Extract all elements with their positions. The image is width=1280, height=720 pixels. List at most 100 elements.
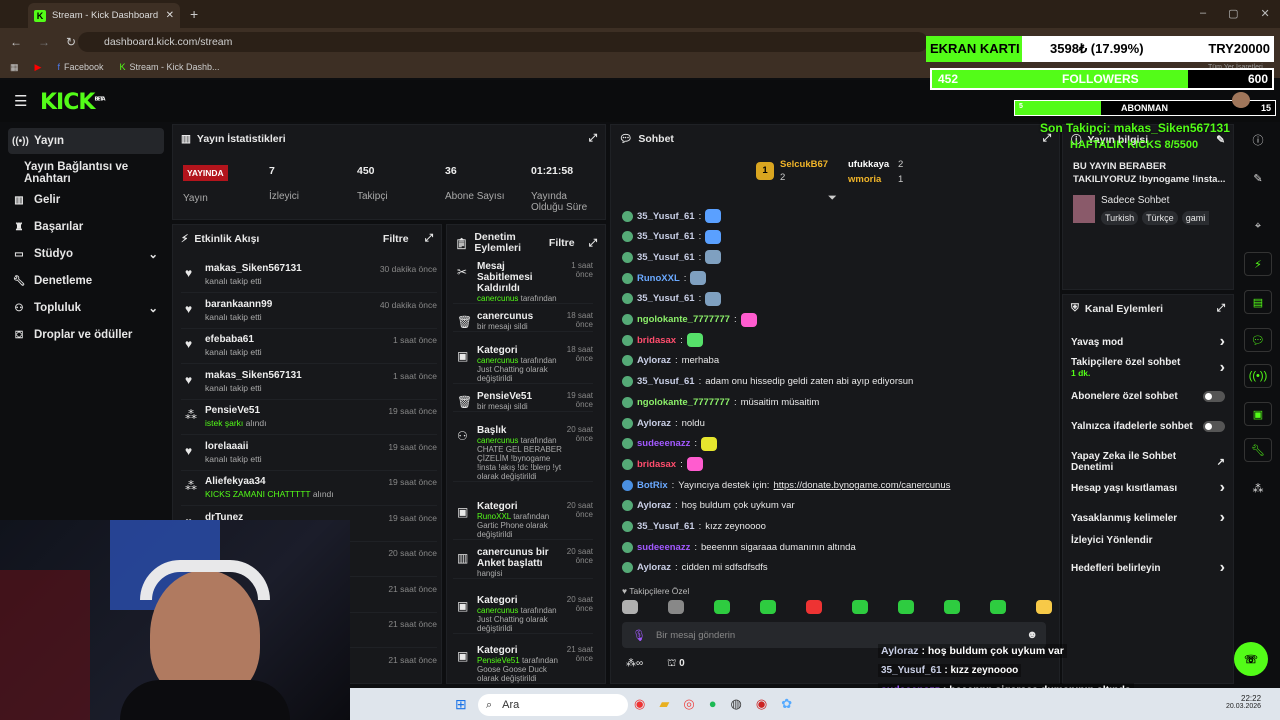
toggle-switch[interactable] xyxy=(1203,391,1225,402)
activity-username[interactable]: lorelaaaii xyxy=(205,441,248,452)
moderator-name[interactable]: canercunus xyxy=(477,436,518,445)
channel-action-item[interactable]: Yalnızca ifadelerle sohbet xyxy=(1063,421,1233,432)
gift-icon[interactable]: ⁂ xyxy=(1244,476,1272,500)
moderator-name[interactable]: PensieVe51 xyxy=(477,656,520,665)
tag[interactable]: gami xyxy=(1181,211,1210,225)
target-icon[interactable]: ⌖ xyxy=(1244,214,1272,238)
app-icon[interactable]: ✿ xyxy=(781,696,792,712)
emote-icon[interactable] xyxy=(622,600,638,614)
popout-icon[interactable]: ⤢ xyxy=(1217,302,1225,315)
support-chat-button[interactable]: ☏ xyxy=(1234,642,1268,676)
channel-action-item[interactable]: Yapay Zeka ile Sohbet Denetimi ↗ xyxy=(1063,451,1233,473)
youtube-icon[interactable]: ▶ xyxy=(35,62,42,73)
maximize-icon[interactable]: ▢ xyxy=(1228,7,1238,20)
forward-arrow-icon[interactable]: → xyxy=(38,35,50,49)
popout-icon[interactable]: ⤢ xyxy=(589,132,597,145)
media-app-icon[interactable]: ◉ xyxy=(634,696,645,712)
folder-icon[interactable]: ▰ xyxy=(659,696,669,712)
lightning-icon[interactable]: ⚡︎ xyxy=(1244,252,1272,276)
emote-icon[interactable] xyxy=(990,600,1006,614)
reload-icon[interactable]: ↻ xyxy=(66,35,76,49)
chat-username[interactable]: RunoXXL xyxy=(637,273,680,284)
obs-icon[interactable]: ◍ xyxy=(731,696,742,712)
chat-username[interactable]: 35_Yusuf_61 xyxy=(637,293,695,304)
notes-icon[interactable]: ▤ xyxy=(1244,290,1272,314)
chat-username[interactable]: ngolokante_7777777 xyxy=(637,314,730,325)
chat-username[interactable]: bridasax xyxy=(637,459,676,470)
chat-username[interactable]: Ayloraz xyxy=(637,500,671,511)
apps-grid-icon[interactable]: ▦ xyxy=(10,62,19,73)
emoji-icon[interactable]: ☻ xyxy=(1026,629,1038,641)
popout-icon[interactable]: ⤢ xyxy=(589,237,597,250)
emote-icon[interactable] xyxy=(852,600,868,614)
bookmark-kick[interactable]: K Stream - Kick Dashb... xyxy=(119,62,219,72)
chrome-icon[interactable]: ◎ xyxy=(683,696,694,712)
filter-button[interactable]: Filtre xyxy=(383,233,409,245)
sidebar-item-gelir[interactable]: ▥ Gelir xyxy=(0,187,172,213)
activity-username[interactable]: makas_Siken567131 xyxy=(205,263,302,274)
sidebar-item-studyo[interactable]: ▭ Stüdyo ⌄ xyxy=(0,241,172,267)
browser-tab[interactable]: K Stream - Kick Dashboard ✕ xyxy=(28,3,180,28)
spotify-icon[interactable]: ● xyxy=(709,696,717,712)
channel-action-item[interactable]: Yasaklanmış kelimeler › xyxy=(1063,509,1233,527)
moderator-name[interactable]: canercunus xyxy=(477,294,518,303)
chat-username[interactable]: 35_Yusuf_61 xyxy=(637,211,695,222)
toggle-switch[interactable] xyxy=(1203,421,1225,432)
emote-icon[interactable] xyxy=(760,600,776,614)
emote-icon[interactable] xyxy=(806,600,822,614)
emote-icon[interactable] xyxy=(668,600,684,614)
activity-username[interactable]: makas_Siken567131 xyxy=(205,370,302,381)
bookmark-facebook[interactable]: f Facebook xyxy=(57,62,103,72)
chat-icon[interactable]: 💬︎ xyxy=(1244,328,1272,352)
chat-username[interactable]: bridasax xyxy=(637,335,676,346)
emote-icon[interactable] xyxy=(944,600,960,614)
close-window-icon[interactable]: ✕ xyxy=(1261,7,1270,20)
emote-icon[interactable] xyxy=(714,600,730,614)
sidebar-item-topluluk[interactable]: ⚇ Topluluk ⌄ xyxy=(0,295,172,321)
chat-username[interactable]: 35_Yusuf_61 xyxy=(637,521,695,532)
chat-username[interactable]: 35_Yusuf_61 xyxy=(637,252,695,263)
back-arrow-icon[interactable]: ← xyxy=(10,35,22,49)
chat-username[interactable]: Ayloraz xyxy=(637,418,671,429)
activity-username[interactable]: PensieVe51 xyxy=(205,405,260,416)
close-tab-icon[interactable]: ✕ xyxy=(166,10,174,21)
chat-username[interactable]: Ayloraz xyxy=(637,355,671,366)
channel-action-item[interactable]: Hedefleri belirleyin › xyxy=(1063,559,1233,577)
channel-action-item[interactable]: Abonelere özel sohbet xyxy=(1063,391,1233,402)
points-icon[interactable]: ⁂∞ xyxy=(626,658,643,671)
sidebar-item-denetleme[interactable]: 🔧︎ Denetleme xyxy=(0,268,172,294)
broadcast-icon[interactable]: ((•)) xyxy=(1244,364,1272,388)
chat-username[interactable]: sudeeenazz xyxy=(637,542,690,553)
activity-username[interactable]: Aliefekyaa34 xyxy=(205,476,266,487)
channel-action-item[interactable]: Yavaş mod › xyxy=(1063,333,1233,351)
windows-start-icon[interactable]: ⊞ xyxy=(455,696,467,713)
category-name[interactable]: Sadece Sohbet xyxy=(1101,195,1169,206)
chat-link[interactable]: https://donate.bynogame.com/canercunus xyxy=(773,480,950,491)
activity-username[interactable]: barankaann99 xyxy=(205,299,272,310)
sidebar-item-basarilar[interactable]: ♜ Başarılar xyxy=(0,214,172,240)
moderator-name[interactable]: canercunus xyxy=(477,356,518,365)
channel-action-item[interactable]: Hesap yaşı kısıtlaması › xyxy=(1063,479,1233,497)
kick-logo[interactable]: KICKBETA xyxy=(40,90,106,115)
filter-button[interactable]: Filtre xyxy=(549,237,575,249)
edit-icon[interactable]: ✎ xyxy=(1244,166,1272,190)
sidebar-item-droplar[interactable]: ⛋ Droplar ve ödüller xyxy=(0,322,172,348)
moderator-name[interactable]: canercunus xyxy=(477,606,518,615)
activity-username[interactable]: efebaba61 xyxy=(205,334,254,345)
chat-username[interactable]: BotRix xyxy=(637,480,668,491)
collapse-arrow-icon[interactable]: ⏷ xyxy=(828,192,837,205)
tag[interactable]: Turkish xyxy=(1101,211,1139,225)
info-icon[interactable]: ⓘ xyxy=(1244,128,1272,152)
store-icon[interactable]: ⛫ 0 xyxy=(667,658,685,671)
chat-username[interactable]: ngolokante_7777777 xyxy=(637,397,730,408)
chat-username[interactable]: 35_Yusuf_61 xyxy=(637,376,695,387)
taskbar-search[interactable]: ⌕ Ara xyxy=(478,694,628,716)
url-input[interactable]: dashboard.kick.com/stream xyxy=(78,32,928,52)
channel-action-item[interactable]: İzleyici Yönlendir xyxy=(1063,535,1233,546)
sidebar-item-yayin[interactable]: ((•)) Yayın xyxy=(8,128,164,154)
sidebar-item-stream-key[interactable]: Yayın Bağlantısı ve Anahtarı xyxy=(0,160,172,186)
chat-username[interactable]: Ayloraz xyxy=(637,562,671,573)
chat-username[interactable]: 35_Yusuf_61 xyxy=(637,231,695,242)
minimize-icon[interactable]: – xyxy=(1200,7,1206,20)
edit-icon[interactable]: ✎ xyxy=(1216,134,1225,146)
